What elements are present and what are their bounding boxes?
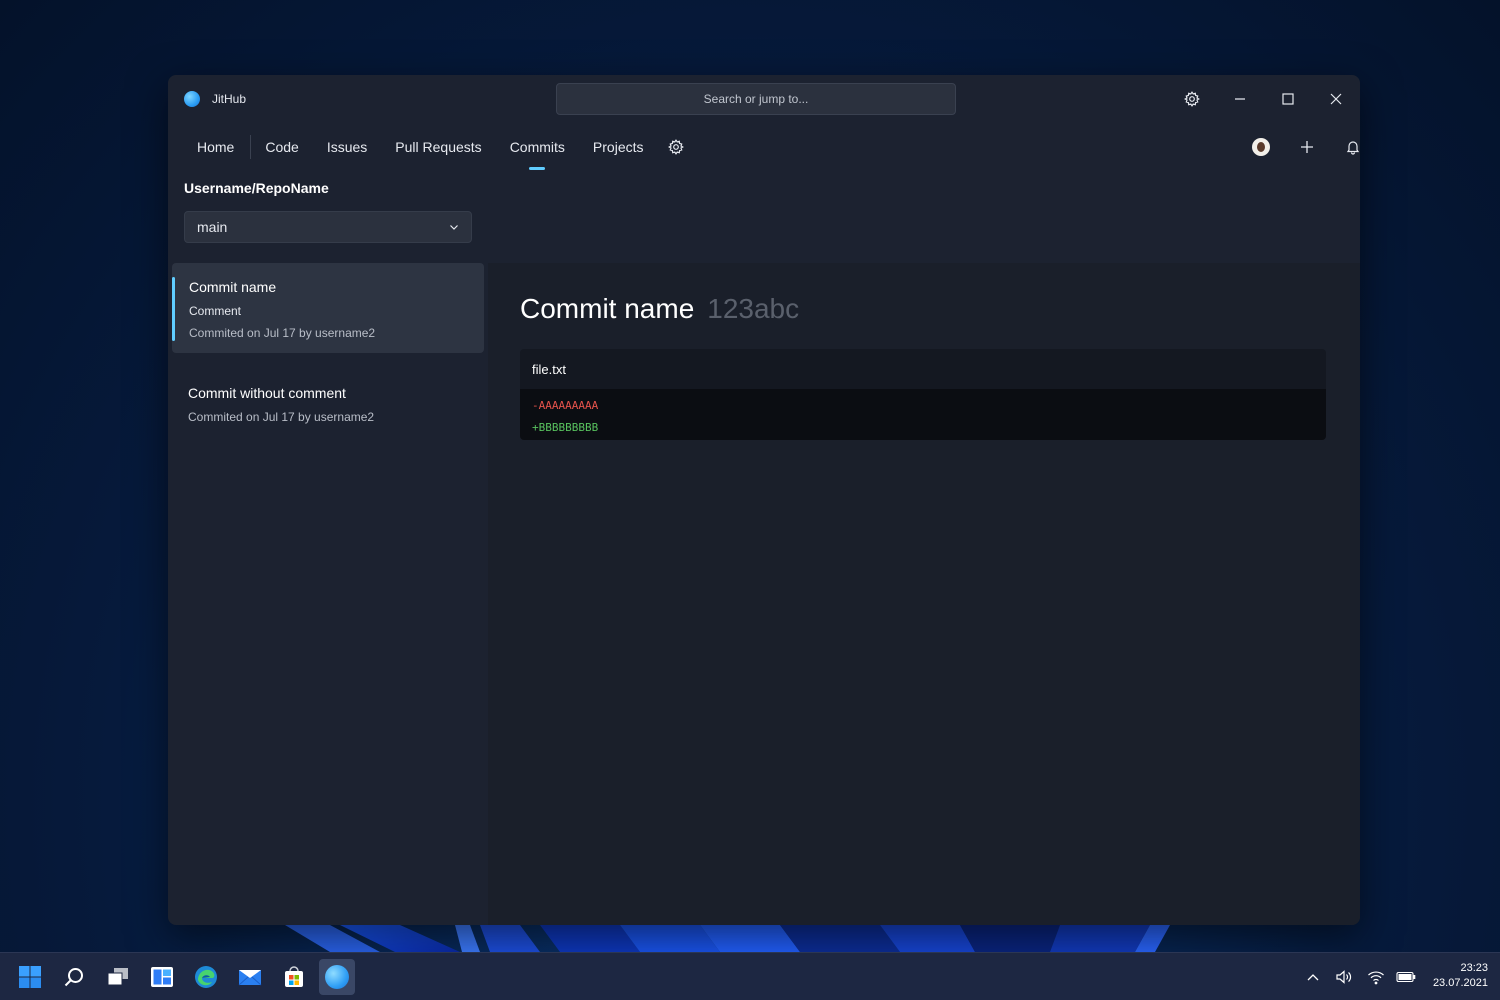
commit-hash: 123abc [707, 293, 800, 324]
main-nav: Home Code Issues Pull Requests Commits P… [184, 127, 694, 170]
store-button[interactable] [276, 959, 312, 995]
diff-line-added: +BBBBBBBBB [532, 421, 599, 434]
mail-icon [238, 970, 262, 986]
branch-label: main [197, 219, 228, 235]
commit-meta: Commited on Jul 17 by username2 [189, 326, 376, 340]
chevron-up-icon [1307, 974, 1319, 981]
active-tab-indicator [529, 167, 546, 170]
clock-time: 23:23 [1460, 962, 1488, 974]
close-button[interactable] [1320, 83, 1352, 115]
diff-line-removed: -AAAAAAAAA [532, 399, 599, 412]
tab-label: Projects [592, 139, 644, 155]
battery-icon [1396, 971, 1416, 983]
chevron-down-icon [450, 225, 458, 230]
search-input[interactable] [557, 84, 955, 114]
profile-button[interactable] [1245, 131, 1277, 163]
maximize-button[interactable] [1272, 83, 1304, 115]
tab-label: Issues [326, 139, 368, 155]
bell-icon [1346, 141, 1360, 155]
notifications-button[interactable] [1337, 131, 1360, 163]
tab-label: Commits [509, 139, 565, 155]
tab-home[interactable]: Home [184, 129, 250, 165]
commit-detail-title: Commit name [520, 293, 695, 324]
gear-icon [1184, 91, 1200, 107]
jithub-taskbar-button[interactable] [319, 959, 355, 995]
commit-item[interactable]: Commit name Comment Commited on Jul 17 b… [172, 263, 484, 353]
taskbar: 23:23 23.07.2021 [0, 952, 1500, 1000]
tab-pull-requests[interactable]: Pull Requests [381, 129, 495, 165]
tab-issues[interactable]: Issues [313, 129, 381, 165]
clock[interactable]: 23:23 23.07.2021 [1433, 961, 1488, 991]
app-title: JitHub [212, 92, 247, 106]
tab-commits[interactable]: Commits [496, 129, 579, 170]
windows-start-icon [19, 966, 41, 988]
title-bar: JitHub [168, 75, 1360, 123]
start-button[interactable] [12, 959, 48, 995]
maximize-icon [1282, 93, 1294, 105]
commit-heading: Commit name 123abc [520, 293, 799, 325]
clock-date: 23.07.2021 [1432, 977, 1488, 989]
settings-button[interactable] [1176, 83, 1208, 115]
file-diff: file.txt -AAAAAAAAA +BBBBBBBBB [520, 349, 1326, 440]
volume-icon [1336, 970, 1352, 984]
task-view-icon [107, 968, 128, 986]
branch-dropdown[interactable]: main [184, 211, 472, 243]
jithub-icon [325, 965, 349, 989]
widgets-button[interactable] [144, 959, 180, 995]
search-button[interactable] [56, 959, 92, 995]
task-view-button[interactable] [100, 959, 136, 995]
commit-comment: Comment [189, 304, 242, 318]
avatar [1252, 138, 1270, 156]
minimize-icon [1235, 98, 1245, 100]
minimize-button[interactable] [1224, 83, 1256, 115]
commit-item[interactable]: Commit without comment Commited on Jul 1… [172, 369, 484, 439]
tab-label: Code [265, 139, 299, 155]
gear-icon [667, 139, 684, 155]
tab-label: Home [197, 139, 235, 155]
edge-button[interactable] [188, 959, 224, 995]
app-window: JitHub Home Code Issues Pull Requests Co… [168, 75, 1360, 925]
wifi-icon [1368, 971, 1384, 985]
battery-button[interactable] [1396, 967, 1416, 987]
commit-detail-panel: Commit name 123abc file.txt -AAAAAAAAA +… [488, 263, 1360, 925]
search-icon [64, 968, 83, 987]
tab-label: Pull Requests [395, 139, 482, 155]
selection-indicator [172, 277, 175, 341]
wifi-button[interactable] [1366, 967, 1386, 987]
mail-button[interactable] [232, 959, 268, 995]
commit-meta: Commited on Jul 17 by username2 [188, 410, 375, 424]
commit-title: Commit name [189, 279, 277, 295]
commit-title: Commit without comment [188, 385, 346, 401]
file-name: file.txt [532, 361, 566, 377]
tab-projects[interactable]: Projects [579, 129, 658, 165]
search-box[interactable] [556, 83, 956, 115]
app-logo-icon [184, 91, 200, 107]
repo-settings-button[interactable] [658, 129, 694, 165]
commit-list: Commit name Comment Commited on Jul 17 b… [168, 263, 488, 925]
tray-overflow-button[interactable] [1303, 967, 1323, 987]
new-button[interactable] [1291, 131, 1323, 163]
plus-icon [1301, 141, 1313, 153]
edge-icon [195, 966, 217, 988]
close-icon [1330, 93, 1342, 105]
file-header: file.txt [520, 349, 1326, 389]
repo-name: Username/RepoName [184, 180, 329, 196]
widgets-icon [151, 967, 173, 987]
header-actions [1200, 127, 1360, 167]
diff-body: -AAAAAAAAA +BBBBBBBBB [520, 389, 1326, 440]
store-icon [285, 966, 303, 987]
tab-code[interactable]: Code [251, 129, 312, 165]
volume-button[interactable] [1334, 967, 1354, 987]
